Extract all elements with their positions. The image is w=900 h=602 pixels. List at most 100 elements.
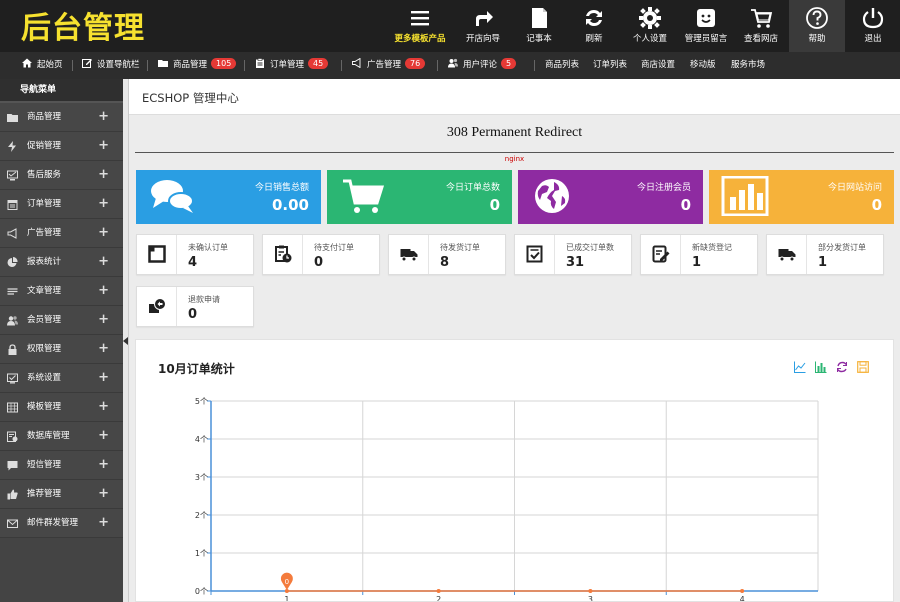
sidebar-item-permissions[interactable]: 权限管理 + <box>0 335 123 364</box>
subnav-store-settings[interactable]: 商店设置 <box>641 52 675 79</box>
x-tick-label: 2 <box>436 595 441 601</box>
subnav-goods-list[interactable]: 商品列表 <box>545 52 579 79</box>
personal-settings-button[interactable]: 个人设置 <box>622 0 678 52</box>
y-tick-label: 4个 <box>195 435 208 444</box>
expand-icon[interactable]: + <box>98 132 109 160</box>
expand-icon[interactable]: + <box>98 509 109 537</box>
expand-icon[interactable]: + <box>98 364 109 392</box>
subnav-ads[interactable]: 广告管理 76 <box>352 52 426 79</box>
sidebar-item-members[interactable]: 会员管理 + <box>0 306 123 335</box>
menu-icon <box>411 11 429 26</box>
stat-today-sales[interactable]: 今日销售总额 0.00 <box>136 170 321 224</box>
admin-message-button[interactable]: 管理员留言 <box>678 0 734 52</box>
divider <box>135 152 894 153</box>
sidebar-item-reports[interactable]: 报表统计 + <box>0 248 123 277</box>
y-tick-label: 0个 <box>195 587 208 596</box>
expand-icon[interactable]: + <box>98 480 109 508</box>
share-arrow-icon <box>476 11 493 26</box>
card-unpaid-orders[interactable]: 待支付订单 0 <box>262 234 380 275</box>
divider <box>72 60 73 71</box>
sidebar-item-templates[interactable]: 模板管理 + <box>0 393 123 422</box>
subnav-comments[interactable]: 用户评论 5 <box>448 52 517 79</box>
card-partial-shipment[interactable]: 部分发货订单 1 <box>766 234 884 275</box>
data-point <box>436 589 441 593</box>
card-unconfirmed-orders[interactable]: 未确认订单 4 <box>136 234 254 275</box>
data-point <box>588 589 593 593</box>
y-tick-label: 5个 <box>195 397 208 406</box>
megaphone-icon <box>7 228 17 239</box>
cart-icon <box>751 9 773 28</box>
card-refund-requests[interactable]: 退款申请 0 <box>136 286 254 327</box>
expand-icon[interactable]: + <box>98 219 109 247</box>
stat-today-orders[interactable]: 今日订单总数 0 <box>327 170 512 224</box>
view-store-button[interactable]: 查看网店 <box>733 0 789 52</box>
expand-icon[interactable]: + <box>98 277 109 305</box>
subnav-order-list[interactable]: 订单列表 <box>593 52 627 79</box>
calendar-icon <box>7 200 18 210</box>
expand-icon[interactable]: + <box>98 161 109 189</box>
square-icon <box>148 245 166 263</box>
help-button[interactable]: 帮助 <box>789 0 845 52</box>
chart-toolbox <box>788 361 869 376</box>
help-icon <box>806 7 828 29</box>
stat-today-visits[interactable]: 今日网站访问 0 <box>709 170 894 224</box>
expand-icon[interactable]: + <box>98 335 109 363</box>
sidebar-item-orders[interactable]: 订单管理 + <box>0 190 123 219</box>
sidebar-item-promotion[interactable]: 促销管理 + <box>0 132 123 161</box>
globe-icon <box>535 179 569 213</box>
notepad-button[interactable]: 记事本 <box>511 0 567 52</box>
checklist-icon <box>526 245 543 263</box>
cart-icon <box>343 179 385 213</box>
quick-nav-bar: 起始页 设置导航栏 商品管理 105 订单管理 45 广告管理 76 用户评论 5 商品… <box>0 52 900 79</box>
divider <box>244 60 245 71</box>
sidebar-item-ads[interactable]: 广告管理 + <box>0 219 123 248</box>
expand-icon[interactable]: + <box>98 190 109 218</box>
edit-icon <box>82 59 92 68</box>
expand-icon[interactable]: + <box>98 306 109 334</box>
expand-icon[interactable]: + <box>98 248 109 276</box>
sidebar-item-mail[interactable]: 邮件群发管理 + <box>0 509 123 538</box>
setup-wizard-button[interactable]: 开店向导 <box>455 0 511 52</box>
expand-icon[interactable]: + <box>98 422 109 450</box>
subnav-goods[interactable]: 商品管理 105 <box>158 52 237 79</box>
comments-count-badge: 5 <box>501 58 517 69</box>
sidebar-item-goods[interactable]: 商品管理 + <box>0 103 123 132</box>
x-tick-label: 4 <box>740 595 745 601</box>
lock-icon <box>8 344 17 355</box>
thumbs-up-icon <box>7 489 18 500</box>
subnav-mobile[interactable]: 移动版 <box>690 52 716 79</box>
logout-button[interactable]: 退出 <box>845 0 900 52</box>
expand-icon[interactable]: + <box>98 103 109 131</box>
card-out-of-stock[interactable]: 新缺货登记 1 <box>640 234 758 275</box>
subnav-set-nav[interactable]: 设置导航栏 <box>82 52 140 79</box>
subnav-orders[interactable]: 订单管理 45 <box>255 52 329 79</box>
order-stats-panel: 0个 1个 2个 3个 4个 5个 1 2 3 4 0 10月订单统计 <box>135 339 894 602</box>
divider <box>341 60 342 71</box>
card-completed-orders[interactable]: 已成交订单数 31 <box>514 234 632 275</box>
database-icon <box>7 431 18 442</box>
line-chart-icon[interactable] <box>794 361 806 373</box>
refresh-icon[interactable] <box>836 361 848 373</box>
chat-bubbles-icon <box>151 180 194 213</box>
sidebar-item-database[interactable]: 数据库管理 + <box>0 422 123 451</box>
sidebar-item-articles[interactable]: 文章管理 + <box>0 277 123 306</box>
save-icon[interactable] <box>857 361 869 373</box>
data-point <box>740 589 745 593</box>
card-pending-shipment[interactable]: 待发货订单 8 <box>388 234 506 275</box>
bar-chart-icon[interactable] <box>815 361 827 373</box>
bar-chart-icon <box>721 176 769 216</box>
sidebar-item-system-settings[interactable]: 系统设置 + <box>0 364 123 393</box>
expand-icon[interactable]: + <box>98 393 109 421</box>
expand-icon[interactable]: + <box>98 451 109 479</box>
sidebar-item-recommend[interactable]: 推荐管理 + <box>0 480 123 509</box>
sidebar-item-sms[interactable]: 短信管理 + <box>0 451 123 480</box>
subnav-home[interactable]: 起始页 <box>22 52 63 79</box>
refresh-button[interactable]: 刷新 <box>566 0 622 52</box>
sidebar-item-after-sales[interactable]: 售后服务 + <box>0 161 123 190</box>
goods-count-badge: 105 <box>211 58 237 69</box>
ads-count-badge: 76 <box>405 58 426 69</box>
more-templates-button[interactable]: 更多模板产品 <box>392 0 448 52</box>
subnav-service-market[interactable]: 服务市场 <box>731 52 765 79</box>
stat-today-members[interactable]: 今日注册会员 0 <box>518 170 703 224</box>
chart-title: 10月订单统计 <box>158 362 235 376</box>
